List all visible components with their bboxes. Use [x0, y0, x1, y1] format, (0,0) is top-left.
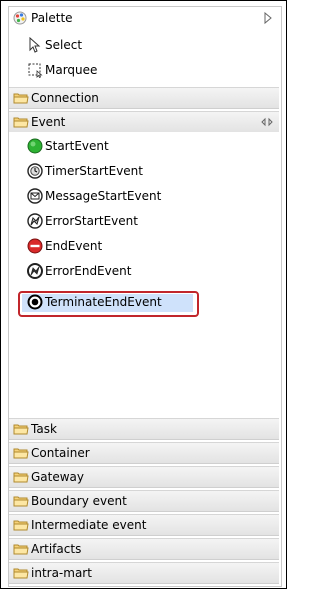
drawer-label: Gateway [31, 470, 85, 484]
entry-label: TerminateEndEvent [45, 295, 162, 309]
tool-label: Select [45, 38, 83, 52]
folder-icon [13, 472, 29, 483]
palette-header[interactable]: Palette [9, 7, 281, 29]
palette-title: Palette [31, 11, 73, 25]
drawer-task[interactable]: Task [9, 418, 279, 440]
palette-panel: Palette Select Marquee Connection Event … [8, 6, 282, 587]
message-start-event-icon [27, 188, 43, 204]
folder-icon [13, 93, 29, 104]
folder-icon [13, 520, 29, 531]
entry-start-event[interactable]: StartEvent [27, 135, 267, 157]
chevron-right-icon[interactable] [263, 11, 273, 25]
entry-terminate-end-event[interactable]: TerminateEndEvent [27, 291, 267, 313]
drawer-event[interactable]: Event [9, 111, 279, 132]
folder-icon [13, 544, 29, 555]
palette-icon [13, 11, 27, 25]
entry-message-start-event[interactable]: MessageStartEvent [27, 185, 267, 207]
folder-icon [13, 496, 29, 507]
drawer-artifacts[interactable]: Artifacts [9, 538, 279, 560]
error-end-event-icon [27, 263, 43, 279]
entry-label: ErrorStartEvent [45, 214, 138, 228]
entry-error-start-event[interactable]: ErrorStartEvent [27, 210, 267, 232]
drawer-label: Task [31, 422, 57, 436]
drawer-gateway[interactable]: Gateway [9, 466, 279, 488]
folder-icon [13, 424, 29, 435]
drawer-label: Boundary event [31, 494, 127, 508]
entry-timer-start-event[interactable]: TimerStartEvent [27, 160, 267, 182]
entry-error-end-event[interactable]: ErrorEndEvent [27, 260, 267, 282]
palette-window: Palette Select Marquee Connection Event … [0, 0, 287, 589]
drawer-label: Intermediate event [31, 518, 147, 532]
folder-open-icon [13, 117, 29, 128]
entry-label: ErrorEndEvent [45, 264, 132, 278]
entry-label: MessageStartEvent [45, 189, 162, 203]
pin-icon[interactable] [261, 116, 273, 128]
entry-label: TimerStartEvent [45, 164, 143, 178]
entry-end-event[interactable]: EndEvent [27, 235, 267, 257]
drawer-label: Event [31, 115, 66, 129]
drawer-boundary-event[interactable]: Boundary event [9, 490, 279, 512]
drawer-label: Container [31, 446, 90, 460]
drawer-intermediate-event[interactable]: Intermediate event [9, 514, 279, 536]
marquee-icon [28, 63, 43, 78]
terminate-end-event-icon [27, 294, 43, 310]
drawer-connection[interactable]: Connection [9, 87, 279, 109]
folder-icon [13, 448, 29, 459]
error-start-event-icon [27, 213, 43, 229]
drawer-label: intra-mart [31, 566, 92, 580]
drawer-container[interactable]: Container [9, 442, 279, 464]
drawer-label: Connection [31, 91, 99, 105]
start-event-icon [27, 138, 43, 154]
arrow-cursor-icon [29, 37, 41, 53]
tool-label: Marquee [45, 63, 98, 77]
entry-label: EndEvent [45, 239, 103, 253]
folder-icon [13, 568, 29, 579]
entry-label: StartEvent [45, 139, 109, 153]
end-event-icon [27, 238, 43, 254]
drawer-label: Artifacts [31, 542, 82, 556]
timer-start-event-icon [27, 163, 43, 179]
drawer-intra-mart[interactable]: intra-mart [9, 562, 279, 584]
